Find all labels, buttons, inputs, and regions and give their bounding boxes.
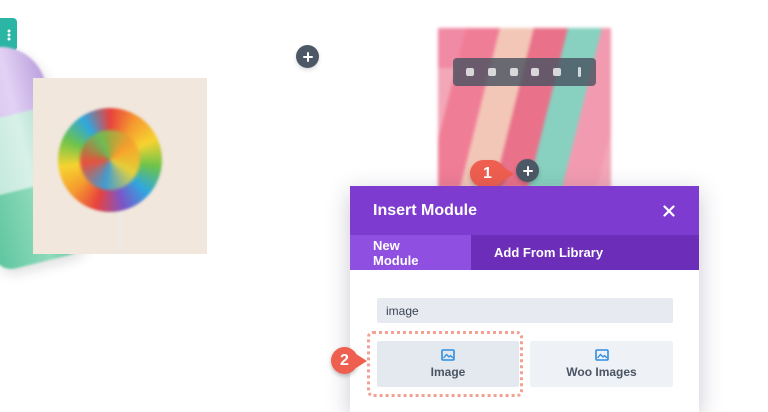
image-module-highlight — [367, 331, 523, 397]
lollipop-image — [33, 78, 207, 254]
modal-title: Insert Module — [373, 201, 478, 219]
menu-dots-icon — [7, 29, 10, 40]
modal-tabs: New Module Add From Library — [350, 235, 699, 270]
save-icon[interactable] — [528, 65, 542, 79]
step-badge-2: 2 — [331, 347, 367, 374]
step-badge-1: 1 — [470, 160, 514, 187]
add-column-button[interactable] — [296, 45, 319, 68]
settings-icon[interactable] — [485, 65, 499, 79]
module-search-input[interactable] — [377, 298, 673, 323]
woo-images-module-label: Woo Images — [566, 365, 637, 379]
delete-icon[interactable] — [550, 65, 564, 79]
close-icon[interactable] — [661, 203, 677, 219]
move-icon[interactable] — [463, 65, 477, 79]
woo-images-icon — [594, 349, 609, 361]
plus-icon — [302, 51, 313, 62]
woo-images-module-button[interactable]: Woo Images — [530, 341, 673, 387]
builder-canvas: 1 Insert Module New Module Add From Libr… — [0, 0, 768, 412]
plus-icon — [522, 165, 533, 176]
duplicate-icon[interactable] — [507, 65, 521, 79]
tab-new-module[interactable]: New Module — [350, 235, 471, 270]
add-module-button[interactable] — [516, 159, 539, 182]
more-icon[interactable] — [572, 65, 586, 79]
tab-add-from-library[interactable]: Add From Library — [471, 235, 626, 270]
module-toolbar — [453, 58, 596, 86]
modal-header: Insert Module — [350, 186, 699, 235]
